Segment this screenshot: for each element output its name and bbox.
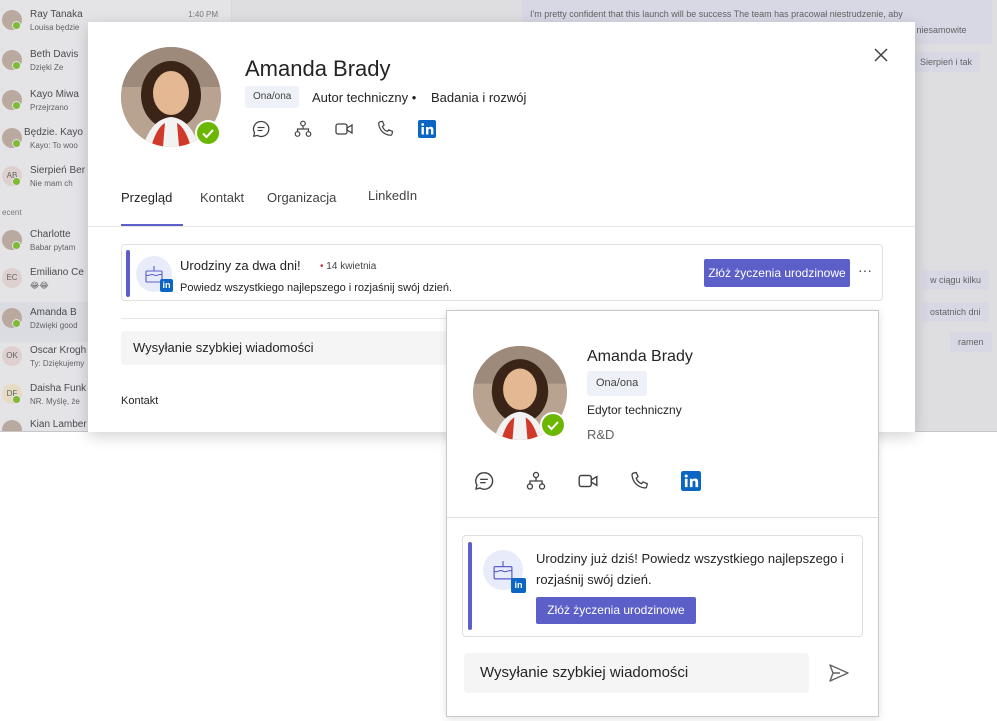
pronouns-badge: Ona/ona: [587, 371, 648, 396]
job-title: Autor techniczny •: [312, 90, 417, 105]
divider: [447, 517, 878, 518]
birthday-date: • 14 kwietnia: [320, 261, 377, 272]
linkedin-badge-icon: in: [511, 578, 526, 593]
video-call-icon[interactable]: [333, 118, 355, 140]
phone-call-icon[interactable]: [374, 118, 396, 140]
job-title: Edytor techniczny: [587, 403, 682, 417]
linkedin-badge-icon: in: [160, 279, 173, 292]
close-icon[interactable]: [872, 46, 890, 64]
profile-card: Amanda Brady Ona/ona Edytor techniczny R…: [446, 310, 879, 717]
contact-section-heading: Kontakt: [121, 395, 159, 407]
linkedin-icon[interactable]: [680, 470, 702, 492]
org-chart-icon[interactable]: [525, 470, 547, 492]
divider: [121, 318, 451, 319]
tab-organization[interactable]: Organizacja: [267, 182, 336, 226]
linkedin-icon[interactable]: [416, 118, 438, 140]
more-options-icon[interactable]: ···: [858, 262, 872, 278]
birthday-card: in Urodziny za dwa dni! • 14 kwietnia Po…: [121, 244, 883, 301]
send-birthday-wishes-button[interactable]: Złóż życzenia urodzinowe: [704, 259, 850, 287]
department: R&D: [587, 427, 615, 442]
tab-contact[interactable]: Kontakt: [200, 182, 244, 226]
card-accent-bar: [468, 542, 472, 630]
profile-name: Amanda Brady: [587, 348, 693, 365]
birthday-message: Urodziny już dziś! Powiedz wszystkiego n…: [536, 551, 844, 587]
screen: Ray Tanaka Louisa będzie 1:40 PM Beth Da…: [0, 0, 997, 721]
profile-name: Amanda Brady: [245, 56, 391, 81]
presence-available-icon: [195, 120, 221, 146]
tab-linkedin[interactable]: LinkedIn: [368, 182, 417, 226]
phone-call-icon[interactable]: [628, 470, 650, 492]
send-birthday-wishes-button[interactable]: Złóż życzenia urodzinowe: [536, 597, 696, 624]
quick-message-input[interactable]: Wysyłanie szybkiej wiadomości: [464, 653, 809, 693]
department: Badania i rozwój: [431, 90, 527, 105]
send-icon[interactable]: [827, 661, 851, 685]
birthday-subtitle: Powiedz wszystkiego najlepszego i rozjaś…: [180, 282, 453, 294]
pronouns-badge: Ona/ona: [245, 86, 300, 108]
card-accent-bar: [126, 250, 130, 297]
birthday-title: Urodziny za dwa dni!: [180, 258, 301, 273]
quick-message-input[interactable]: Wysyłanie szybkiej wiadomości: [121, 331, 461, 365]
tab-divider: [88, 226, 915, 227]
tab-overview[interactable]: Przegląd: [121, 182, 172, 226]
org-chart-icon[interactable]: [292, 118, 314, 140]
presence-available-icon: [540, 412, 566, 438]
video-call-icon[interactable]: [577, 470, 599, 492]
chat-icon[interactable]: [250, 118, 272, 140]
chat-icon[interactable]: [473, 470, 495, 492]
birthday-date-text: 14 kwietnia: [326, 261, 377, 272]
birthday-card: in Urodziny już dziś! Powiedz wszystkieg…: [462, 535, 863, 637]
